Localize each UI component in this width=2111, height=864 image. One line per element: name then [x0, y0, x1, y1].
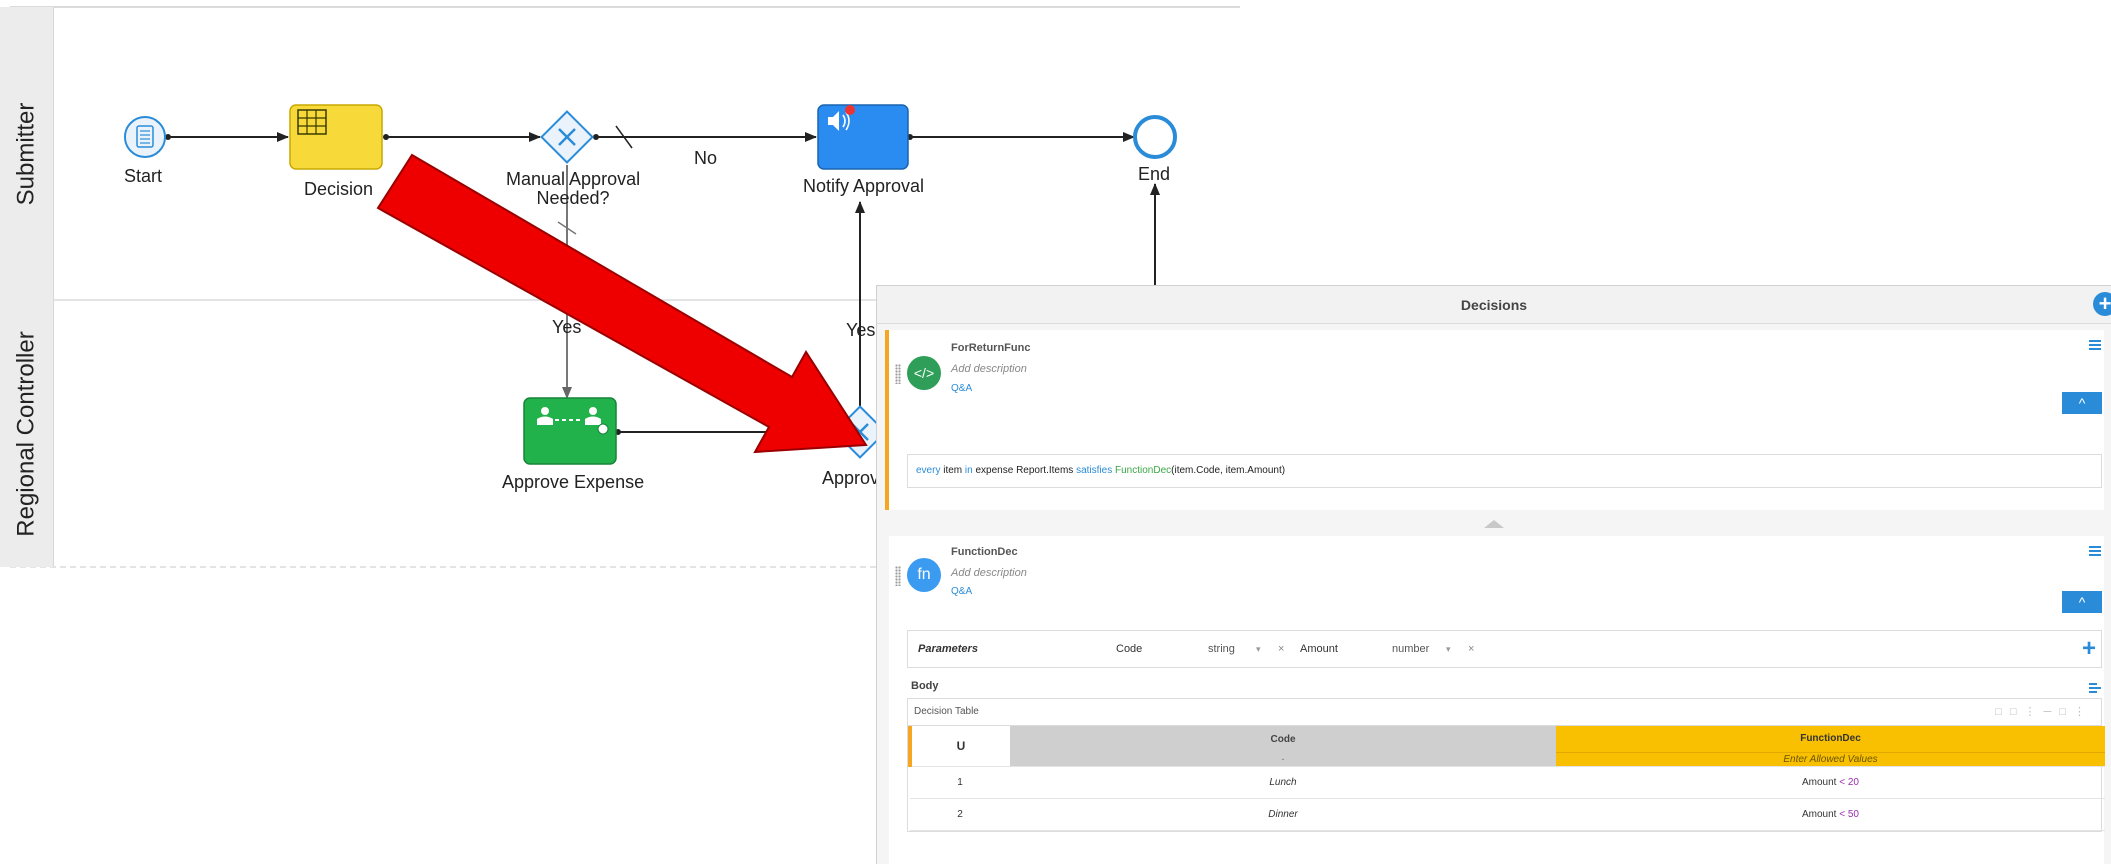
table-toolbar-icons[interactable]: □□⋮─□⋮	[1995, 699, 2093, 725]
output-operator: <	[1839, 808, 1846, 820]
manual-approval-gateway[interactable]	[540, 110, 594, 164]
approve-expense-task[interactable]	[523, 397, 617, 465]
table-row[interactable]: 2 Dinner Amount < 50	[910, 798, 2105, 831]
flow-no[interactable]	[593, 125, 817, 149]
decision-name[interactable]: FunctionDec	[951, 546, 1018, 558]
plus-icon: +	[2098, 291, 2111, 316]
expression-editor[interactable]: every item in expense Report.Items satis…	[907, 454, 2102, 488]
menu-icon[interactable]	[2089, 546, 2101, 556]
expr-source: expense Report.Items	[972, 465, 1077, 476]
flow-notify-end[interactable]	[907, 132, 1135, 142]
flow-yes-label: Yes	[552, 317, 582, 337]
remove-param-icon[interactable]: ×	[1468, 643, 1474, 655]
expr-function-name: FunctionDec	[1112, 465, 1172, 476]
row-number: 2	[910, 798, 1010, 831]
expr-args: (item.Code, item.Amount)	[1171, 465, 1286, 476]
decision-description[interactable]: Add description	[951, 567, 1027, 579]
start-label: Start	[124, 166, 163, 186]
decision-task[interactable]	[289, 104, 383, 170]
manual-approval-label-line2: Needed?	[536, 188, 610, 208]
input-cell[interactable]: Lunch	[1010, 766, 1556, 799]
flow-no-label: No	[694, 148, 718, 168]
end-event[interactable]	[1133, 115, 1177, 159]
menu-icon[interactable]	[2089, 340, 2101, 350]
decisions-header: Decisions	[877, 286, 2111, 324]
flow-start-decision[interactable]	[165, 132, 289, 142]
flow-yes-label-2: Yes	[846, 320, 876, 340]
decision-card-functiondec[interactable]: fn FunctionDec Add description Q&A ^ Par…	[885, 536, 2105, 864]
param-amount-type[interactable]: number	[1392, 643, 1429, 655]
manual-approval-label: Manual Approval Needed?	[506, 170, 640, 208]
decisions-title: Decisions	[1460, 296, 1528, 313]
collapse-triangle-icon[interactable]	[1484, 520, 1504, 528]
output-operator: <	[1839, 776, 1846, 788]
decision-table-title: Decision Table	[914, 706, 979, 717]
drag-handle-icon[interactable]	[895, 566, 901, 586]
output-allowed-values[interactable]: Enter Allowed Values	[1556, 752, 2105, 767]
add-param-button[interactable]: +	[2082, 635, 2096, 663]
decision-label: Decision	[304, 179, 374, 199]
decision-card-forreturnfunc[interactable]: </> ForReturnFunc Add description Q&A ^ …	[885, 330, 2104, 510]
notify-approval-task[interactable]	[817, 104, 909, 170]
qa-link[interactable]: Q&A	[951, 586, 972, 597]
table-row[interactable]: 1 Lunch Amount < 20	[910, 766, 2105, 799]
remove-param-icon[interactable]: ×	[1278, 643, 1284, 655]
parameters-label: Parameters	[918, 643, 978, 655]
row-number: 1	[910, 766, 1010, 799]
collapse-button[interactable]: ^	[2062, 392, 2102, 414]
code-icon: </>	[907, 356, 941, 390]
approval-gateway-label: Approv	[822, 468, 880, 488]
parameters-row: Parameters Code string ▾ × Amount number…	[907, 630, 2102, 668]
chevron-down-icon[interactable]: ▾	[1446, 644, 1451, 655]
body-label: Body	[911, 680, 939, 692]
notify-approval-label: Notify Approval	[803, 176, 925, 196]
output-value: 50	[1847, 808, 1859, 820]
qa-link[interactable]: Q&A	[951, 383, 972, 394]
input-column-subheader[interactable]: -	[1010, 752, 1556, 767]
chevron-up-icon: ^	[2078, 395, 2086, 411]
input-cell[interactable]: Dinner	[1010, 798, 1556, 831]
expr-keyword-in: in	[964, 465, 973, 476]
body-menu-icon[interactable]	[2089, 683, 2101, 693]
output-var: Amount	[1802, 776, 1837, 788]
decision-table-title-bar: Decision Table □□⋮─□⋮	[908, 699, 2101, 726]
decision-table-grid: U Code FunctionDec - Enter Allowed Value…	[908, 726, 2105, 831]
chevron-up-icon: ^	[2078, 594, 2086, 610]
input-column-header[interactable]: Code	[1010, 726, 1556, 752]
output-value: 20	[1847, 776, 1859, 788]
hit-policy-cell[interactable]: U	[908, 726, 1010, 767]
decision-description[interactable]: Add description	[951, 363, 1027, 375]
flow-approve-to-gateway[interactable]	[615, 427, 836, 437]
decision-name[interactable]: ForReturnFunc	[951, 342, 1030, 354]
drag-handle-icon[interactable]	[895, 364, 901, 384]
decision-table: Decision Table □□⋮─□⋮ U Code FunctionDec…	[907, 698, 2105, 832]
expr-item: item	[940, 465, 965, 476]
output-column-header[interactable]: FunctionDec	[1556, 726, 2105, 753]
output-var: Amount	[1802, 808, 1837, 820]
manual-approval-label-line1: Manual Approval	[506, 169, 641, 189]
output-cell[interactable]: Amount < 20	[1556, 766, 2105, 799]
expr-keyword-every: every	[916, 465, 941, 476]
collapse-button[interactable]: ^	[2062, 591, 2102, 613]
param-amount-name[interactable]: Amount	[1300, 643, 1338, 655]
chevron-down-icon[interactable]: ▾	[1256, 644, 1261, 655]
decisions-panel: Decisions + </> ForReturnFunc Add descri…	[876, 285, 2111, 864]
add-decision-button[interactable]: +	[2093, 292, 2111, 316]
param-code-name[interactable]: Code	[1116, 643, 1142, 655]
expr-keyword-satisfies: satisfies	[1076, 465, 1113, 476]
start-event[interactable]	[124, 116, 166, 158]
end-label: End	[1138, 164, 1171, 184]
approve-expense-label: Approve Expense	[502, 472, 645, 492]
flow-decision-gateway[interactable]	[383, 132, 541, 142]
param-code-type[interactable]: string	[1208, 643, 1235, 655]
function-icon: fn	[907, 558, 941, 592]
output-cell[interactable]: Amount < 50	[1556, 798, 2105, 831]
